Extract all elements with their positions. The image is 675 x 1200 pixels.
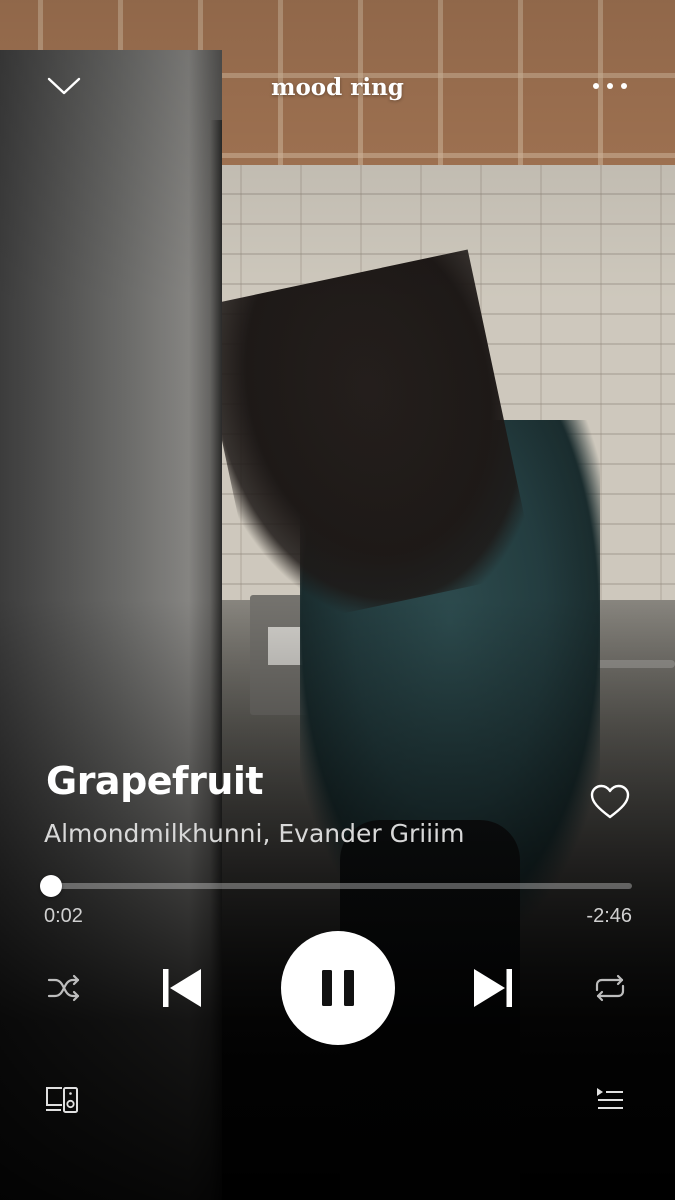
playlist-title: mood ring [271, 74, 404, 101]
play-pause-button[interactable] [281, 931, 395, 1045]
like-button[interactable] [586, 778, 634, 826]
progress-handle[interactable] [40, 875, 63, 897]
elapsed-time: 0:02 [44, 905, 83, 927]
queue-icon [597, 1088, 623, 1109]
previous-track-button[interactable] [152, 958, 212, 1018]
shuffle-icon [47, 974, 80, 1002]
remaining-time: -2:46 [586, 905, 632, 927]
devices-icon [46, 1087, 78, 1113]
repeat-button[interactable] [586, 964, 634, 1012]
collapse-button[interactable] [40, 64, 88, 108]
skip-next-icon [474, 969, 512, 1007]
more-options-button[interactable] [584, 64, 636, 108]
heart-icon [590, 784, 630, 819]
more-horizontal-icon [593, 83, 627, 89]
track-artists[interactable]: Almondmilkhunni, Evander Griiim [44, 814, 564, 854]
connect-devices-button[interactable] [38, 1076, 86, 1124]
track-title: Grapefruit [46, 759, 264, 803]
progress-bar[interactable] [40, 875, 632, 897]
skip-previous-icon [163, 969, 201, 1007]
next-track-button[interactable] [463, 958, 523, 1018]
now-playing-screen: mood ring Grapefruit Almondmilkhunni, Ev… [0, 0, 675, 1200]
repeat-icon [595, 974, 625, 1002]
pause-icon [322, 970, 354, 1006]
queue-button[interactable] [586, 1076, 634, 1124]
shuffle-button[interactable] [40, 964, 88, 1012]
chevron-down-icon [47, 77, 81, 95]
